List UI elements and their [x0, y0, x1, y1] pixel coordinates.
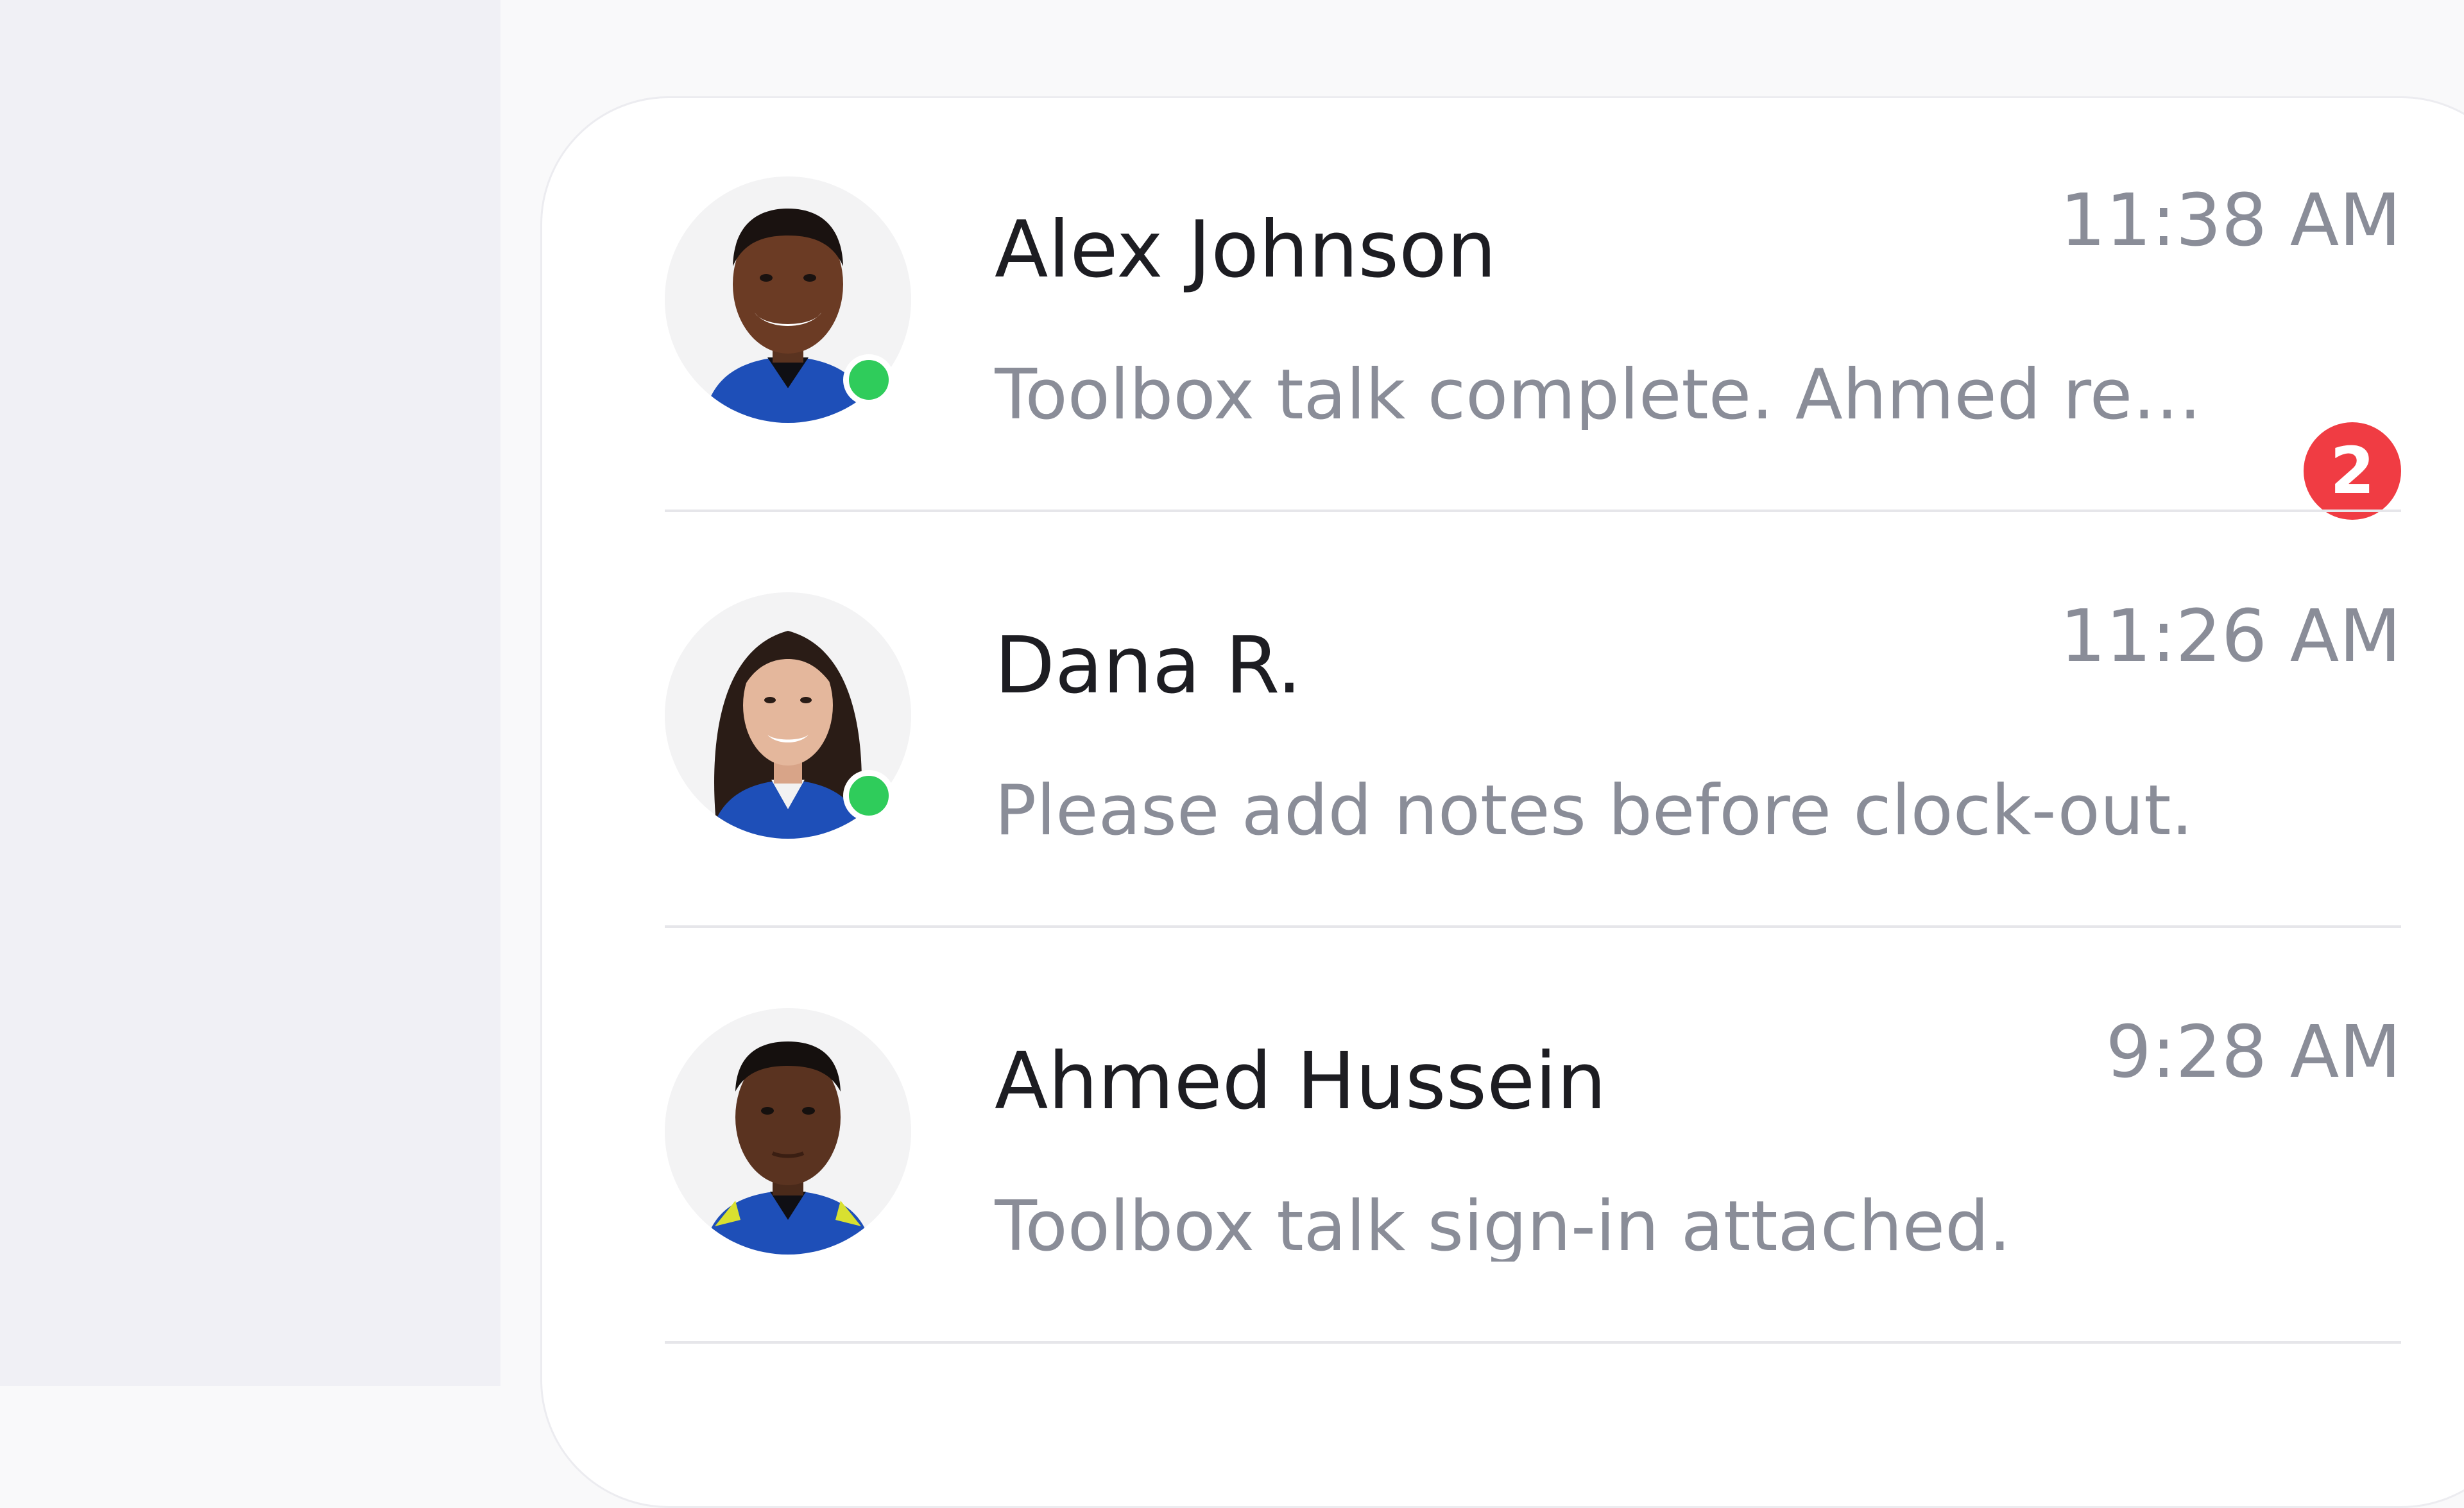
conversation-row[interactable]: Ahmed Hussein 9:28 AM Toolbox talk sign-… — [665, 928, 2401, 1344]
row-divider — [665, 1341, 2401, 1344]
contact-name: Dana R. — [995, 620, 1302, 711]
message-time: 11:26 AM — [2060, 595, 2401, 678]
message-preview: Toolbox talk sign-in attached. — [995, 1192, 2011, 1262]
message-time: 9:28 AM — [2105, 1011, 2401, 1094]
online-status-dot — [843, 354, 894, 406]
left-panel — [0, 0, 501, 1386]
message-preview: Toolbox talk complete. Ahmed revie... — [995, 361, 2239, 430]
conversation-row[interactable]: Alex Johnson 11:38 AM Toolbox talk compl… — [665, 96, 2401, 520]
online-status-dot — [843, 770, 894, 821]
contact-name: Ahmed Hussein — [995, 1036, 1607, 1127]
contact-name: Alex Johnson — [995, 204, 1497, 295]
message-preview: Please add notes before clock-out. — [995, 776, 2193, 846]
man-avatar-icon — [665, 1008, 911, 1255]
avatar[interactable] — [665, 1008, 911, 1255]
message-time: 11:38 AM — [2060, 179, 2401, 262]
conversation-row[interactable]: Dana R. 11:26 AM Please add notes before… — [665, 512, 2401, 928]
unread-count-badge: 2 — [2304, 422, 2401, 520]
